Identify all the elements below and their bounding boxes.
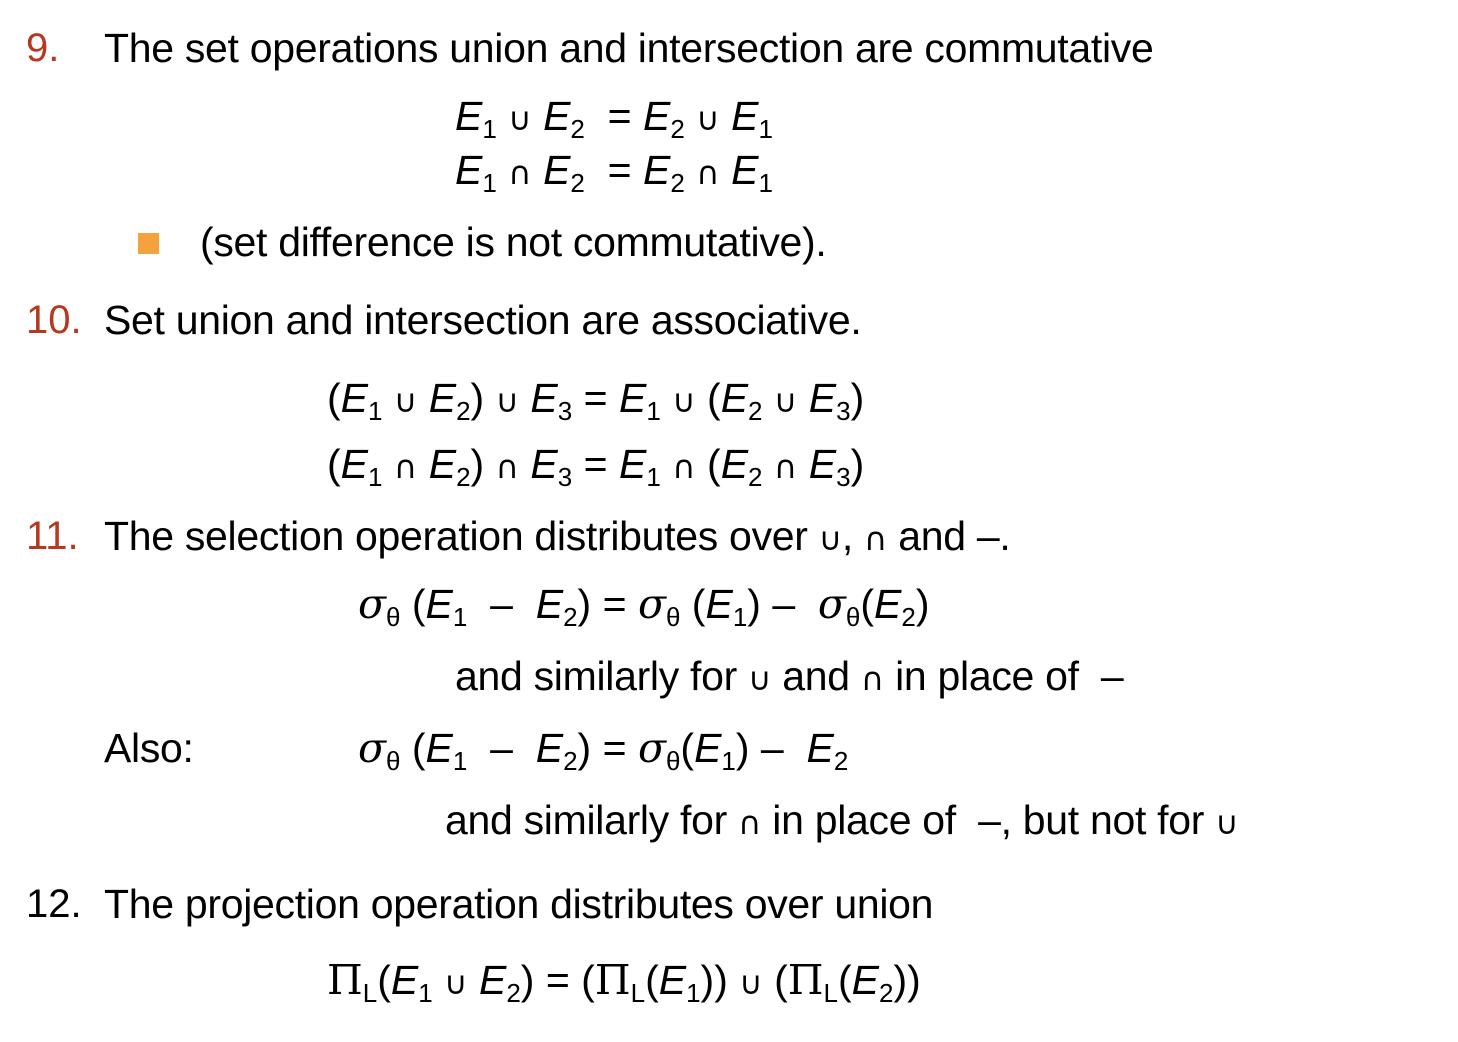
item-10-equation-2: (E1 ∩ E2) ∩ E3 = E1 ∩ (E2 ∩ E3) bbox=[327, 441, 865, 492]
item-10-number: 10. bbox=[26, 298, 82, 342]
item-10-text: Set union and intersection are associati… bbox=[104, 297, 862, 343]
item-11-text: The selection operation distributes over… bbox=[104, 513, 1011, 559]
square-bullet-icon bbox=[138, 233, 159, 254]
item-9-text: The set operations union and intersectio… bbox=[104, 25, 1154, 71]
item-9-equation-1: E1 ∪ E2 = E2 ∪ E1 bbox=[455, 93, 773, 144]
item-9-equation-2: E1 ∩ E2 = E2 ∩ E1 bbox=[455, 147, 773, 198]
item-9-sub-bullet: (set difference is not commutative). bbox=[200, 219, 827, 265]
item-11-equation-1: σθ (E1 – E2) = σθ (E1) – σθ(E2) bbox=[358, 580, 930, 632]
item-11-also-label: Also: bbox=[104, 725, 194, 771]
item-12-text: The projection operation distributes ove… bbox=[104, 881, 934, 927]
item-12-equation-1: ΠL(E1 ∪ E2) = (ΠL(E1)) ∪ (ΠL(E2)) bbox=[327, 956, 921, 1008]
item-11-number: 11. bbox=[26, 514, 79, 558]
item-11-note-1: and similarly for ∪ and ∩ in place of – bbox=[455, 653, 1124, 699]
item-9-number: 9. bbox=[26, 26, 60, 70]
item-10-equation-1: (E1 ∪ E2) ∪ E3 = E1 ∪ (E2 ∪ E3) bbox=[327, 375, 865, 426]
item-11-note-2: and similarly for ∩ in place of –, but n… bbox=[445, 797, 1239, 843]
item-11-equation-2: σθ (E1 – E2) = σθ(E1) – E2 bbox=[358, 724, 849, 776]
item-12-number: 12. bbox=[26, 882, 82, 926]
